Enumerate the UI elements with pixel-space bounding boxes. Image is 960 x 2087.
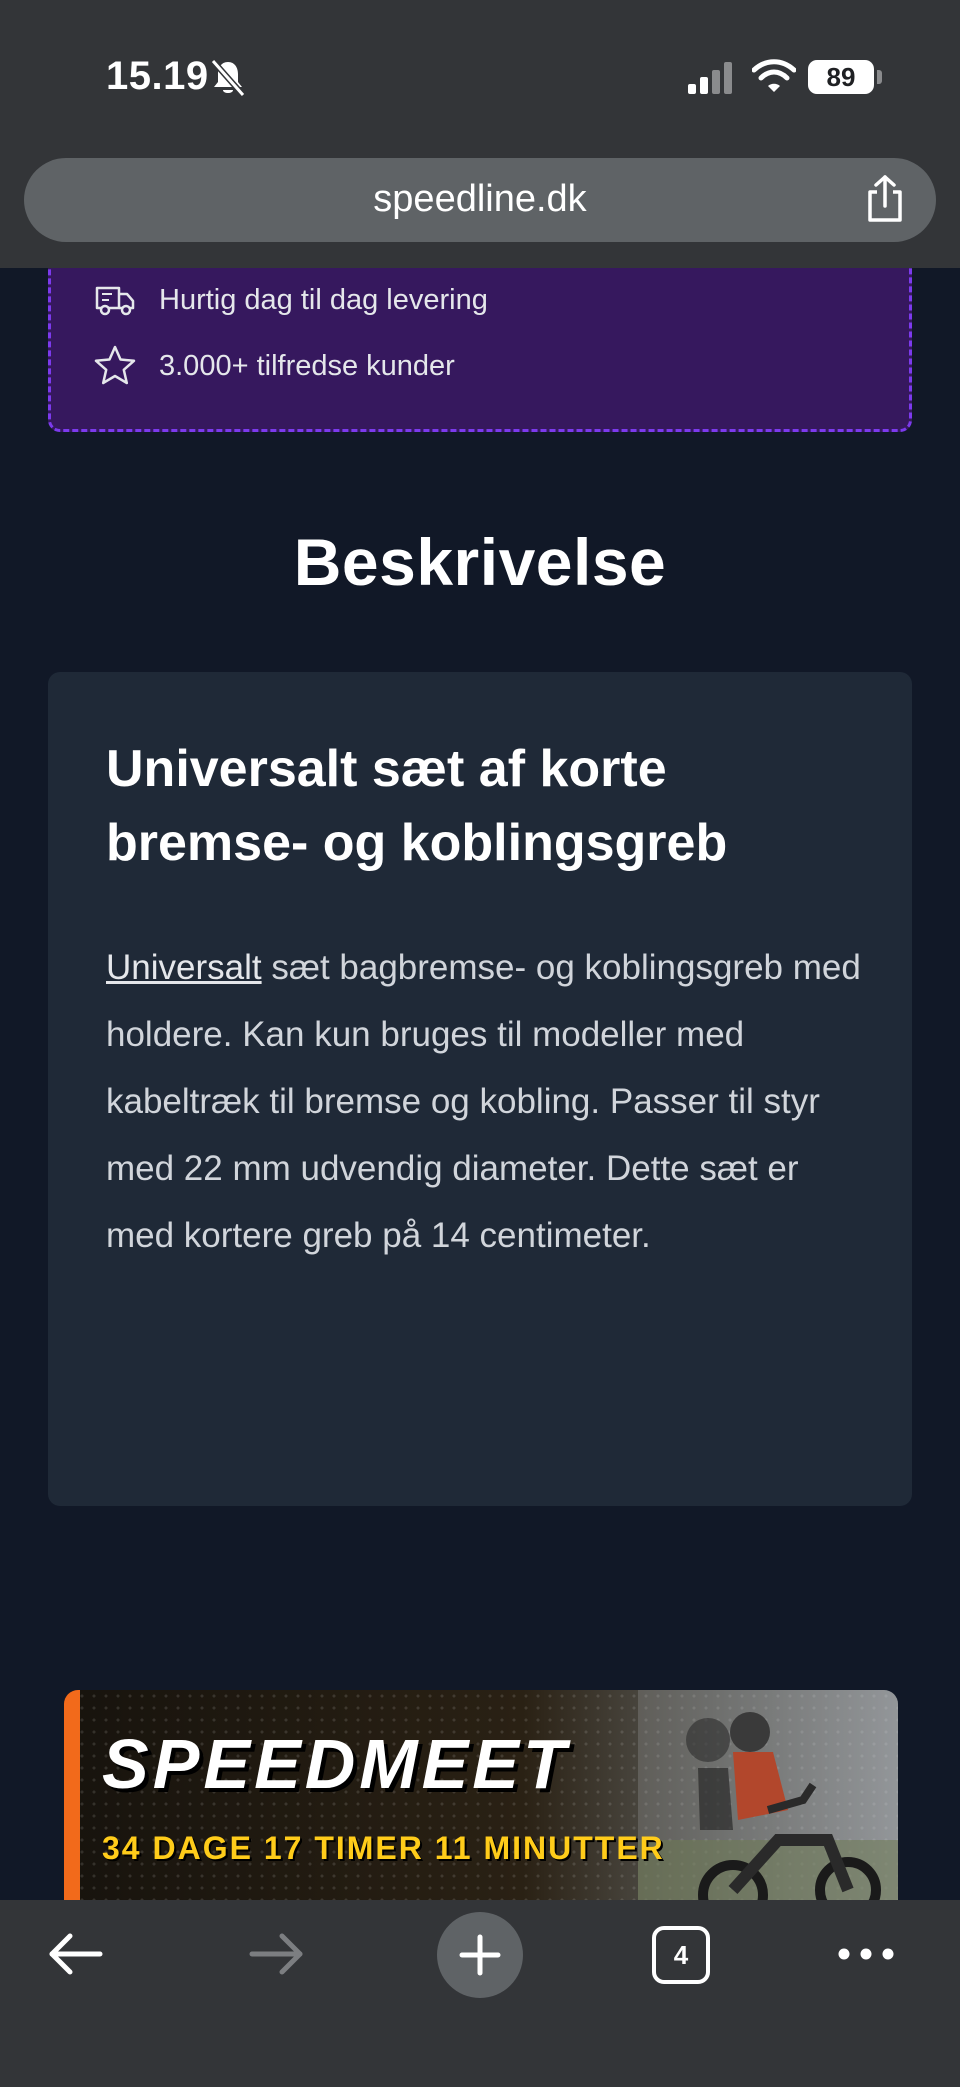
banner-countdown: 34 DAGE 17 TIMER 11 MINUTTER bbox=[102, 1830, 665, 1866]
status-time: 15.19 bbox=[106, 54, 209, 98]
trust-item-delivery: Hurtig dag til dag levering bbox=[93, 278, 488, 322]
delivery-truck-icon bbox=[95, 286, 135, 316]
browser-bottom-toolbar: 4 bbox=[0, 1900, 960, 2087]
trust-label-delivery: Hurtig dag til dag levering bbox=[159, 283, 488, 316]
tabs-button[interactable]: 4 bbox=[652, 1926, 710, 1984]
description-card: Universalt sæt af korte bremse- og kobli… bbox=[48, 672, 912, 1506]
description-text: sæt bagbremse- og koblingsgreb med holde… bbox=[106, 948, 861, 1255]
back-arrow-icon[interactable] bbox=[46, 1924, 106, 1984]
address-bar[interactable]: speedline.dk bbox=[24, 158, 936, 242]
tab-count: 4 bbox=[673, 1939, 689, 1970]
url-text[interactable]: speedline.dk bbox=[24, 178, 936, 221]
signal-icon bbox=[688, 62, 732, 94]
battery-tip bbox=[877, 70, 882, 84]
star-icon bbox=[94, 345, 136, 385]
new-tab-button[interactable] bbox=[437, 1912, 523, 1998]
motocross-rider-image bbox=[638, 1690, 898, 1930]
trust-label-customers: 3.000+ tilfredse kunder bbox=[159, 349, 455, 382]
trust-item-customers: 3.000+ tilfredse kunder bbox=[93, 344, 455, 388]
status-bar: 15.19 89 bbox=[0, 0, 960, 150]
banner-title: SPEEDMEET bbox=[102, 1725, 570, 1803]
forward-arrow-icon[interactable] bbox=[246, 1924, 306, 1984]
wifi-icon bbox=[752, 59, 796, 92]
bell-slash-icon bbox=[210, 59, 246, 97]
more-options-icon[interactable] bbox=[836, 1934, 896, 1974]
description-title: Universalt sæt af korte bremse- og kobli… bbox=[106, 740, 728, 872]
section-heading: Beskrivelse bbox=[293, 525, 667, 599]
banner-accent-bar bbox=[64, 1690, 80, 1930]
trust-box: Hurtig dag til dag levering 3.000+ tilfr… bbox=[48, 248, 912, 432]
battery-level: 89 bbox=[826, 61, 856, 92]
share-icon[interactable] bbox=[862, 174, 908, 224]
browser-top-chrome: 15.19 89 speedline.dk bbox=[0, 0, 960, 268]
speedmeet-banner[interactable]: SPEEDMEET 34 DAGE 17 TIMER 11 MINUTTER bbox=[64, 1690, 898, 1930]
universal-link[interactable]: Universalt bbox=[106, 948, 262, 987]
plus-icon bbox=[459, 1934, 501, 1976]
description-body: Universalt sæt bagbremse- og koblingsgre… bbox=[106, 934, 866, 1269]
battery-icon: 89 bbox=[808, 60, 874, 94]
